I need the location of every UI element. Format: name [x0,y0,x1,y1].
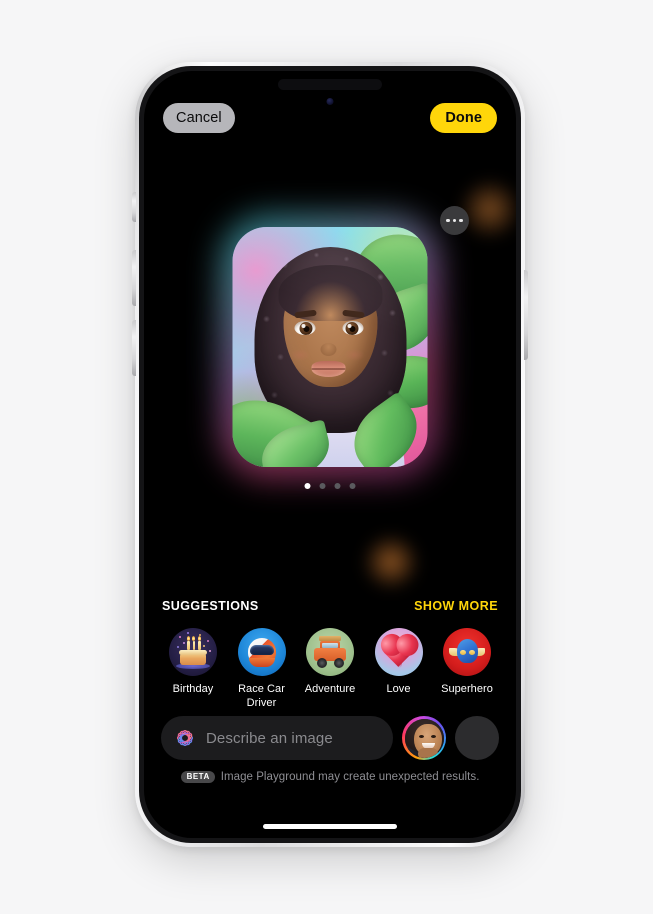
volume-down-button[interactable] [132,320,136,376]
home-indicator[interactable] [263,824,397,829]
suggestions-section: SUGGESTIONS SHOW MORE Birthday Race Car … [144,599,516,710]
suggestion-label: Superhero [441,683,493,695]
disclaimer-text: Image Playground may create unexpected r… [220,771,480,783]
power-button[interactable] [524,270,528,360]
page-indicator [304,483,356,489]
heart-icon [374,628,423,676]
suggestion-item-love[interactable]: Love [368,628,430,697]
page-dot-1[interactable] [304,483,311,489]
suggestion-label: Birthday [172,683,214,695]
superhero-mask-icon [443,628,491,676]
device-screen: Cancel Done SUGGESTIONS SHOW MORE Birthd… [144,71,516,838]
avatar [404,718,444,758]
show-more-button[interactable]: SHOW MORE [414,599,498,613]
done-button[interactable]: Done [430,103,497,133]
beta-disclaimer: BETA Image Playground may create unexpec… [144,771,516,783]
apple-intelligence-icon [176,729,194,747]
off-road-suv-icon [306,628,354,676]
image-sheen [232,227,428,467]
ellipsis-icon-dot [446,218,450,223]
more-options-button[interactable] [440,206,469,235]
bokeh-light-top-right [459,178,516,240]
action-button[interactable] [132,192,136,222]
cancel-button[interactable]: Cancel [163,103,235,133]
suggestion-label: Love [386,683,411,695]
prompt-input-bar: Describe an image [144,716,516,760]
generated-image-card[interactable] [232,227,428,467]
volume-up-button[interactable] [132,250,136,306]
ellipsis-icon-dot [452,218,457,223]
suggestions-header: SUGGESTIONS SHOW MORE [162,599,498,613]
suggestion-label: Adventure [304,683,356,695]
suggestion-item-birthday[interactable]: Birthday [162,628,224,697]
bokeh-light-middle [362,533,420,591]
suggestions-title: SUGGESTIONS [162,599,259,613]
suggestion-item-race-car-driver[interactable]: Race Car Driver [231,628,293,710]
birthday-cake-icon [169,628,217,676]
suggestion-item-adventure[interactable]: Adventure [299,628,361,697]
page-dot-4[interactable] [349,483,356,489]
person-avatar-button[interactable] [402,716,446,760]
dynamic-island [278,79,382,90]
describe-image-input[interactable]: Describe an image [161,716,393,760]
top-toolbar: Cancel Done [144,101,516,135]
add-button[interactable] [455,716,499,760]
ellipsis-icon-dot [459,218,463,223]
suggestions-list: Birthday Race Car Driver Adventure Love … [162,628,498,710]
page-dot-2[interactable] [319,483,326,489]
racing-helmet-icon [237,628,286,676]
generated-image-container [220,215,440,479]
suggestion-item-superhero[interactable]: Superhero [436,628,498,697]
beta-badge: BETA [180,771,215,783]
page-dot-3[interactable] [334,483,341,489]
iphone-device-frame: Cancel Done SUGGESTIONS SHOW MORE Birthd… [132,62,528,847]
describe-image-placeholder: Describe an image [206,729,333,747]
plus-icon [469,730,485,746]
suggestion-label: Race Car Driver [238,683,285,709]
